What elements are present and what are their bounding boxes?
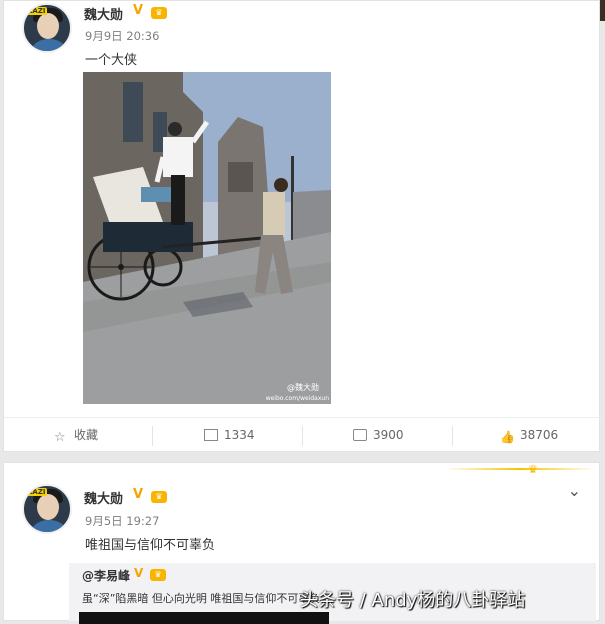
verified-icon: V (134, 566, 144, 580)
avatar-badge: KAZI (26, 488, 47, 496)
like-button[interactable]: 👍 38706 (500, 418, 558, 454)
photo-watermark-url: weibo.com/weidaxun (266, 395, 329, 402)
comment-icon (353, 429, 367, 441)
action-divider (302, 426, 303, 446)
post-time[interactable]: 9月5日 19:27 (85, 513, 159, 529)
verified-icon: V (133, 487, 144, 502)
comment-button[interactable]: 3900 (353, 418, 404, 454)
weibo-post-card: KAZI 魏大勋 V ♛ 9月9日 20:36 一个大侠 @魏大勋 weibo.… (3, 0, 601, 454)
avatar-badge: KAZI (26, 7, 47, 15)
repost-icon (204, 429, 218, 441)
chevron-down-icon[interactable]: ⌄ (568, 481, 581, 500)
comment-count: 3900 (373, 428, 404, 442)
vip-level-icon: ♛ (151, 7, 167, 19)
avatar[interactable]: KAZI (22, 3, 72, 53)
like-count: 38706 (520, 428, 559, 442)
favorite-label: 收藏 (74, 428, 99, 442)
post-photo[interactable]: @魏大勋 weibo.com/weidaxun (83, 72, 331, 404)
post-text: 一个大侠 (85, 53, 138, 68)
gold-divider (445, 468, 595, 470)
action-divider (452, 426, 453, 446)
vip-level-icon: ♛ (150, 569, 166, 581)
repost-button[interactable]: 1334 (204, 418, 255, 454)
quoted-author[interactable]: @李易峰 (82, 567, 130, 584)
vip-level-icon: ♛ (151, 491, 167, 503)
verified-icon: V (133, 3, 144, 18)
thumbs-up-icon: 👍 (500, 430, 515, 444)
crown-icon: ♛ (528, 463, 538, 476)
overlay-watermark: 头条号 / Andy杨的八卦驿站 (300, 590, 526, 611)
quoted-text: 虽“深”陷黑暗 但心向光明 唯祖国与信仰不可辜负 (82, 592, 321, 605)
photo-watermark-handle: @魏大勋 (287, 382, 319, 392)
avatar[interactable]: KAZI (22, 484, 72, 534)
post-text: 唯祖国与信仰不可辜负 (85, 538, 216, 553)
author-name[interactable]: 魏大勋 (84, 488, 123, 507)
quoted-image[interactable] (79, 612, 329, 624)
post-time[interactable]: 9月9日 20:36 (85, 28, 159, 44)
favorite-button[interactable]: ☆ 收藏 (54, 418, 98, 454)
post-action-bar: ☆ 收藏 1334 3900 👍 38706 (4, 417, 601, 454)
author-name[interactable]: 魏大勋 (84, 4, 123, 23)
action-divider (152, 426, 153, 446)
repost-count: 1334 (224, 428, 255, 442)
star-icon: ☆ (54, 430, 66, 445)
